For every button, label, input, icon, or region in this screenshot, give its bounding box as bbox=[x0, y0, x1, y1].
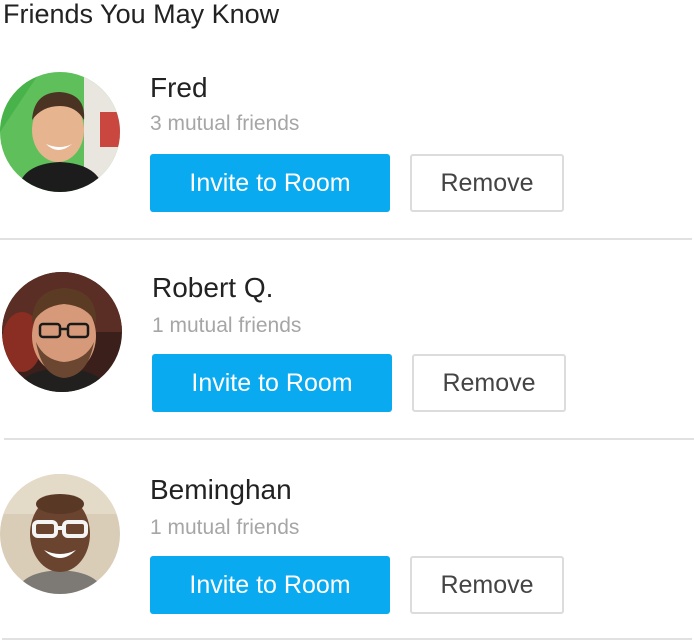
invite-to-room-button[interactable]: Invite to Room bbox=[150, 556, 390, 614]
avatar[interactable] bbox=[2, 272, 122, 392]
invite-to-room-button[interactable]: Invite to Room bbox=[152, 354, 392, 412]
remove-button[interactable]: Remove bbox=[412, 354, 566, 412]
divider bbox=[4, 438, 694, 440]
friend-name: Robert Q. bbox=[152, 272, 274, 303]
mutual-friends-count: 1 mutual friends bbox=[152, 314, 302, 337]
mutual-friends-count: 1 mutual friends bbox=[150, 516, 300, 539]
friend-card-beminghan: Beminghan 1 mutual friends Invite to Roo… bbox=[0, 0, 694, 614]
divider bbox=[2, 638, 692, 640]
friend-name: Beminghan bbox=[150, 474, 292, 505]
remove-button[interactable]: Remove bbox=[410, 556, 564, 614]
divider bbox=[0, 238, 692, 240]
avatar[interactable] bbox=[0, 474, 120, 594]
